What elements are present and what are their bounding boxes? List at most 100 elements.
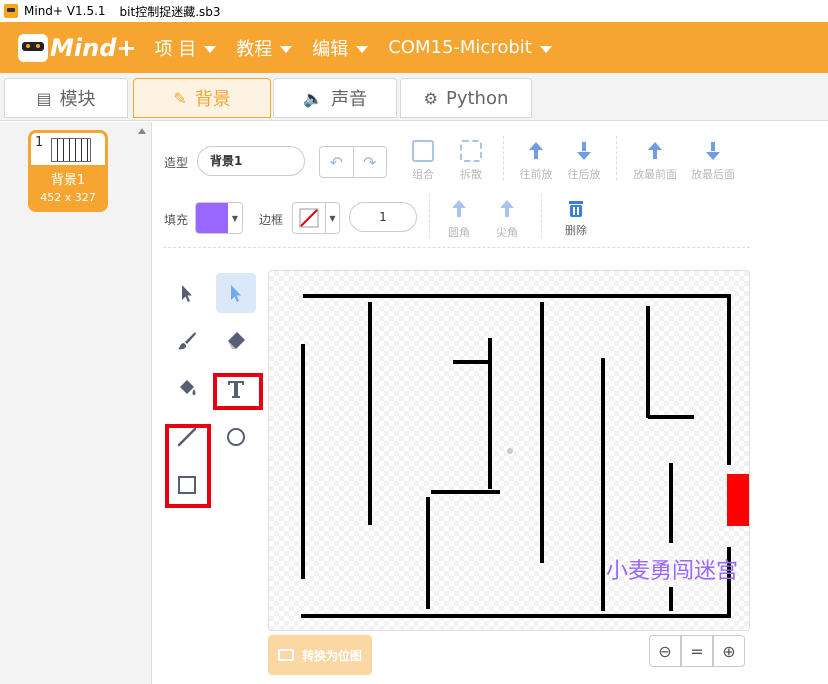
outline-label: 边框 [259,213,284,227]
redo-button[interactable]: ↷ [354,147,387,177]
convert-to-bitmap-label: 转换为位图 [301,648,362,663]
robot-logo-icon [18,33,48,62]
brush-tool[interactable] [167,321,207,361]
tab-python[interactable]: ⚙ Python [400,78,532,118]
back-label: 放最后面 [691,168,735,181]
fill-tool[interactable] [167,369,207,409]
redo-icon: ↷ [363,152,377,172]
maze-title-text[interactable]: 小麦勇闯迷宫 [606,559,738,584]
group-button[interactable]: 组合 [398,140,448,182]
costume-name: 背景1 [50,173,86,188]
brush-icon: ✎ [173,88,187,108]
toolbar-divider [163,247,750,248]
fill-color-swatch [196,203,228,233]
image-icon [277,649,294,661]
zoom-in-icon: ⊕ [722,641,736,661]
menu-bar: Mind+ 项 目 教程 编辑 COM15-Microbit [0,22,828,73]
tab-sounds[interactable]: 🔈 声音 [273,78,397,118]
arrow-cursor-icon [182,285,192,302]
forward-button[interactable]: 往前放 [511,140,561,182]
costume-list-panel: 1 背景1 452 x 327 [0,122,152,684]
menu-tutorial[interactable]: 教程 [236,35,293,61]
tab-blocks[interactable]: ▤ 模块 [4,78,128,118]
blocks-icon: ▤ [36,88,52,108]
zoom-in-button[interactable]: ⊕ [713,635,745,667]
eraser-icon [228,332,245,349]
speaker-icon: 🔈 [303,88,323,108]
python-icon: ⚙ [423,88,438,108]
costume-thumbnail [51,138,91,162]
zoom-reset-label: = [690,641,704,661]
arrow-up-icon [525,140,547,162]
app-title: Mind+ V1.5.1 [24,4,106,18]
arrow-down-icon [573,140,595,162]
chevron-down-icon [280,45,293,53]
costume-label: 造型 [164,156,189,170]
tab-sounds-label: 声音 [330,89,367,110]
fill-color-picker[interactable]: ▼ [195,202,243,234]
divider [616,136,617,180]
undo-icon: ↶ [329,152,343,172]
eraser-tool[interactable] [216,321,256,361]
menu-port-label: COM15-Microbit [388,37,532,58]
title-bar: Mind+ V1.5.1 bit控制捉迷藏.sb3 [0,0,828,22]
paint-editor: 造型 背景1 ↶ ↷ 组合 拆散 往前放 往后放 放最前面 放最后面 填充 ▼ … [153,122,828,684]
menu-edit-label: 编辑 [312,38,349,60]
backward-label: 往后放 [567,168,601,181]
undo-button[interactable]: ↶ [320,147,354,177]
front-button[interactable]: 放最前面 [627,140,683,182]
tab-python-label: Python [445,87,509,109]
front-label: 放最前面 [633,168,677,181]
ungroup-icon [460,140,482,162]
costume-item[interactable]: 1 背景1 452 x 327 [28,130,108,212]
circle-tool[interactable] [216,417,256,457]
maze-drawing[interactable]: 小麦勇闯迷宫 [269,271,750,631]
zoom-reset-button[interactable]: = [681,635,713,667]
canvas-center-dot [507,448,513,454]
back-button[interactable]: 放最后面 [685,140,741,182]
menu-edit[interactable]: 编辑 [312,35,369,61]
costume-size: 452 x 327 [40,191,96,204]
pointed-corner-button[interactable]: 尖角 [482,198,532,240]
file-title: bit控制捉迷藏.sb3 [119,4,221,19]
round-corner-button[interactable]: 圆角 [434,198,484,240]
divider [503,136,504,180]
tab-backdrops-label: 背景 [194,89,231,110]
brush-icon [178,332,196,350]
maze-goal [727,474,749,526]
reshape-tool[interactable] [216,273,256,313]
chevron-down-icon: ▼ [231,213,239,223]
logo-text: Mind+ [50,33,137,62]
convert-to-bitmap-button[interactable]: 转换为位图 [268,635,372,675]
paint-canvas[interactable]: 小麦勇闯迷宫 [268,270,750,631]
select-tool[interactable] [167,273,207,313]
undo-redo-group: ↶ ↷ [319,146,387,178]
mindplus-logo[interactable]: Mind+ [18,33,137,62]
tab-backdrops[interactable]: ✎ 背景 [133,78,271,118]
divider [429,194,430,238]
line-rect-tools-highlight [165,424,211,508]
costume-name-input[interactable]: 背景1 [197,146,305,176]
menu-project-label: 项 目 [154,38,197,60]
backward-button[interactable]: 往后放 [559,140,609,182]
delete-button[interactable]: 删除 [551,198,601,238]
pointed-label: 尖角 [496,226,518,239]
zoom-out-icon: ⊖ [658,641,672,661]
outline-width-input[interactable]: 1 [349,202,417,232]
ungroup-label: 拆散 [460,168,482,181]
delete-label: 删除 [565,224,587,237]
menu-tutorial-label: 教程 [236,38,273,60]
curved-point-icon [448,198,470,220]
ungroup-button[interactable]: 拆散 [446,140,496,182]
app-icon [4,4,18,18]
round-label: 圆角 [448,226,470,239]
scroll-up-arrow-icon[interactable] [138,128,146,134]
menu-project[interactable]: 项 目 [154,35,217,61]
outline-color-picker[interactable]: ▼ [292,202,340,234]
zoom-out-button[interactable]: ⊖ [649,635,681,667]
pointed-point-icon [496,198,518,220]
divider [541,194,542,238]
menu-port[interactable]: COM15-Microbit [388,37,552,58]
no-outline-icon [293,203,325,233]
paint-bucket-icon [180,380,196,395]
